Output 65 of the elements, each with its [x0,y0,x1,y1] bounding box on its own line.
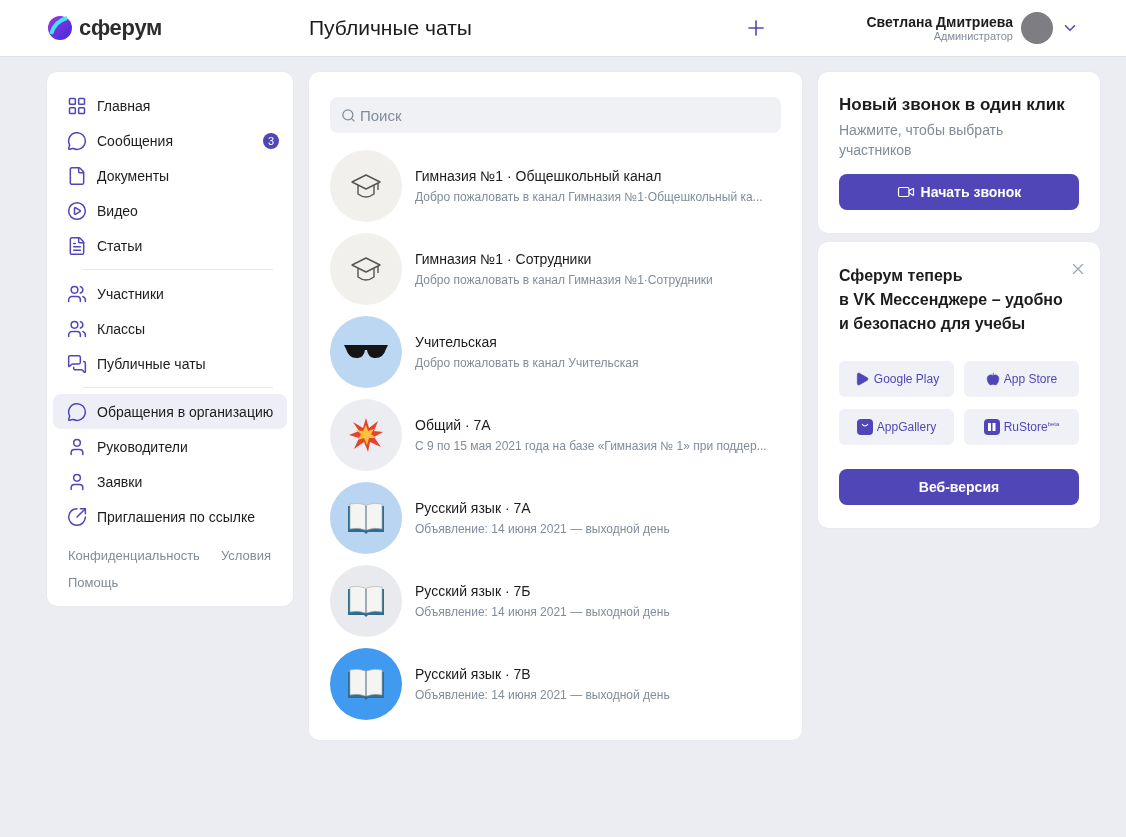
article-icon [67,235,87,256]
chat-title[interactable]: Русский язык · 7В [415,665,670,682]
user-icon [67,471,87,492]
sphere-logo-icon [47,15,73,41]
search-icon [341,108,356,123]
chat-preview: Объявление: 14 июня 2021 — выходной день [415,687,670,702]
logo-text: сферум [79,15,162,41]
card-title: Новый звонок в один клик [839,94,1066,116]
user-name: Светлана Дмитриева [866,14,1013,30]
sidebar-item[interactable]: Заявки [53,464,287,499]
chat-preview: Добро пожаловать в канал Гимназия №1·Сотрудники [415,272,713,287]
open-book-icon [346,500,386,535]
chat-title[interactable]: Русский язык · 7А [415,499,670,516]
group-icon [67,318,87,339]
promo-title: Сферум теперь в VK Мессенджере – удобно и безопасно для учебы [839,266,1063,334]
card-subtitle: Нажмите, чтобы выбрать участников [839,121,1005,160]
chat-title[interactable]: Общий · 7А [415,416,767,433]
chat-preview: С 9 по 15 мая 2021 года на базе «Гимназия № 1» при поддер... [415,438,767,453]
play-icon [67,200,87,221]
open-book-icon [346,583,386,618]
sidebar-item[interactable]: Статьи [53,228,287,263]
footer-link[interactable]: Помощь [68,575,119,590]
user-icon [67,436,87,457]
open-book-icon [346,666,386,701]
sidebar-item[interactable]: Участники [53,276,287,311]
sidebar-item[interactable]: Классы [53,311,287,346]
store-button[interactable]: AppGallery [839,409,954,445]
search-field[interactable]: Поиск [330,97,781,133]
store-button[interactable]: RuStore$^{beta}$ [964,409,1079,445]
sidebar-item[interactable]: Приглашения по ссылке [53,499,287,534]
chats-icon [67,353,87,374]
chat-title[interactable]: Учительская [415,333,639,350]
chat-preview: Объявление: 14 июня 2021 — выходной день [415,604,670,619]
square-logo-icon [983,419,1000,435]
sidebar-item[interactable]: Публичные чаты [53,346,287,381]
arrow-circle-icon [67,506,87,527]
sidebar-item[interactable]: Главная [53,88,287,123]
user-avatar[interactable] [1021,12,1053,44]
sidebar-item[interactable]: Видео [53,193,287,228]
sidebar-item[interactable]: Руководители [53,429,287,464]
chat-title[interactable]: Гимназия №1 · Сотрудники [415,250,713,267]
bag-icon [856,419,873,435]
chat-preview: Объявление: 14 июня 2021 — выходной день [415,521,670,536]
sidebar-item[interactable]: Обращения в организацию [53,394,287,429]
chat-preview: Добро пожаловать в канал Гимназия №1·Общешкольный ка... [415,189,763,204]
user-role: Администратор [933,30,1013,42]
chat-title[interactable]: Гимназия №1 · Общешкольный канал [415,167,763,184]
sidebar-item[interactable]: Сообщения 3 [53,123,287,158]
footer-link[interactable]: Конфиденциальность [68,548,200,563]
store-button[interactable]: App Store [964,361,1079,397]
page-title: Публичные чаты [309,16,472,40]
start-call-button[interactable]: Начать звонок [839,174,1079,210]
sidebar-item[interactable]: Документы [53,158,287,193]
message-icon [67,130,87,151]
document-icon [67,165,87,186]
users-icon [67,283,87,304]
web-version-button[interactable]: Веб-версия [839,469,1079,505]
message-icon [67,401,87,422]
unread-count-badge: 3 [263,132,279,149]
grid-icon [67,95,87,116]
apple-icon [985,372,1000,386]
chat-title[interactable]: Русский язык · 7Б [415,582,670,599]
store-button[interactable]: Google Play [839,361,954,397]
footer-link[interactable]: Условия [220,548,271,563]
chat-preview: Добро пожаловать в канал Учительская [415,355,639,370]
